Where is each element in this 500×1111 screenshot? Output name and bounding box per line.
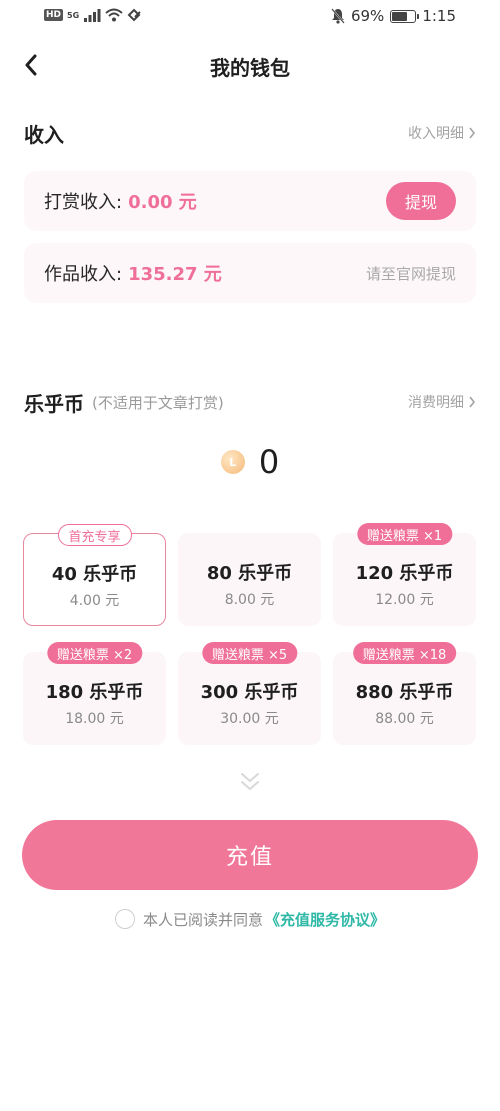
status-bar: HD 5G 69% 1:15 bbox=[0, 0, 500, 34]
package-amount: 120 乐乎币 bbox=[355, 563, 454, 584]
income-details-label: 收入明细 bbox=[408, 126, 464, 142]
package-card[interactable]: 80 乐乎币 8.00 元 bbox=[178, 533, 321, 626]
works-income-card: 作品收入: 135.27 元 请至官网提现 bbox=[24, 243, 476, 303]
withdraw-button[interactable]: 提现 bbox=[386, 182, 456, 220]
package-amount: 40 乐乎币 bbox=[51, 564, 138, 585]
expand-more-icon[interactable] bbox=[236, 770, 264, 794]
link-status-icon bbox=[127, 8, 141, 22]
coins-title: 乐乎币 bbox=[24, 391, 84, 416]
coin-icon: L bbox=[220, 450, 245, 474]
package-price: 88.00 元 bbox=[375, 711, 434, 727]
coin-balance-value: 0 bbox=[258, 443, 280, 481]
package-price: 18.00 元 bbox=[65, 711, 124, 727]
package-amount: 880 乐乎币 bbox=[355, 682, 454, 703]
battery-level bbox=[392, 11, 407, 21]
hd-badge: HD bbox=[44, 9, 64, 21]
package-card[interactable]: 赠送粮票 ×5 300 乐乎币 30.00 元 bbox=[178, 642, 321, 745]
status-right: 69% 1:15 bbox=[331, 7, 456, 25]
package-badge: 赠送粮票 ×5 bbox=[201, 642, 298, 664]
package-card[interactable]: 首充专享 40 乐乎币 4.00 元 bbox=[23, 524, 166, 626]
package-badge: 赠送粮票 ×2 bbox=[46, 642, 143, 664]
coins-header: 乐乎币 (不适用于文章打赏) 消费明细 bbox=[24, 387, 476, 417]
tips-income-value: 0.00 元 bbox=[128, 192, 197, 213]
recharge-button[interactable]: 充值 bbox=[22, 820, 478, 890]
chevron-right-icon bbox=[469, 127, 476, 139]
package-badge: 赠送粮票 ×18 bbox=[352, 642, 457, 664]
tips-income-card: 打赏收入: 0.00 元 提现 bbox=[24, 171, 476, 231]
nav-bar: 我的钱包 bbox=[0, 34, 500, 96]
package-price: 8.00 元 bbox=[224, 592, 275, 608]
clock: 1:15 bbox=[422, 7, 456, 25]
coins-subtitle: (不适用于文章打赏) bbox=[92, 393, 224, 412]
signal-icon bbox=[84, 9, 101, 22]
network-label: 5G bbox=[67, 10, 80, 20]
mute-bell-icon bbox=[331, 8, 345, 24]
package-badge: 首充专享 bbox=[57, 524, 132, 546]
spending-details-link[interactable]: 消费明细 bbox=[408, 392, 476, 412]
status-left: HD 5G bbox=[44, 8, 143, 22]
works-income-label: 作品收入: bbox=[44, 264, 123, 285]
package-amount: 80 乐乎币 bbox=[206, 563, 293, 584]
battery-icon bbox=[390, 9, 420, 23]
income-details-link[interactable]: 收入明细 bbox=[408, 123, 476, 143]
battery-percent: 69% bbox=[350, 7, 385, 25]
agreement-text: 本人已阅读并同意 bbox=[142, 910, 263, 929]
agreement-checkbox[interactable] bbox=[114, 909, 135, 929]
works-income-note: 请至官网提现 bbox=[365, 264, 456, 283]
agreement-row: 本人已阅读并同意 《充值服务协议》 bbox=[0, 904, 500, 934]
package-amount: 300 乐乎币 bbox=[200, 682, 299, 703]
chevron-right-icon bbox=[469, 396, 476, 408]
spending-details-label: 消费明细 bbox=[408, 395, 464, 411]
works-income-value: 135.27 元 bbox=[128, 264, 222, 285]
package-card[interactable]: 赠送粮票 ×1 120 乐乎币 12.00 元 bbox=[333, 523, 476, 626]
package-card[interactable]: 赠送粮票 ×18 880 乐乎币 88.00 元 bbox=[333, 642, 476, 745]
income-header: 收入 收入明细 bbox=[24, 118, 476, 148]
agreement-link[interactable]: 《充值服务协议》 bbox=[265, 909, 385, 930]
package-card[interactable]: 赠送粮票 ×2 180 乐乎币 18.00 元 bbox=[23, 642, 166, 745]
package-badge: 赠送粮票 ×1 bbox=[356, 523, 453, 545]
package-price: 4.00 元 bbox=[69, 593, 120, 609]
package-price: 12.00 元 bbox=[375, 592, 434, 608]
package-amount: 180 乐乎币 bbox=[45, 682, 144, 703]
coin-balance: L 0 bbox=[0, 440, 500, 484]
income-title: 收入 bbox=[24, 122, 64, 147]
package-price: 30.00 元 bbox=[220, 711, 279, 727]
page-title: 我的钱包 bbox=[210, 56, 290, 80]
wifi-icon bbox=[105, 8, 123, 22]
tips-income-label: 打赏收入: bbox=[44, 192, 123, 213]
